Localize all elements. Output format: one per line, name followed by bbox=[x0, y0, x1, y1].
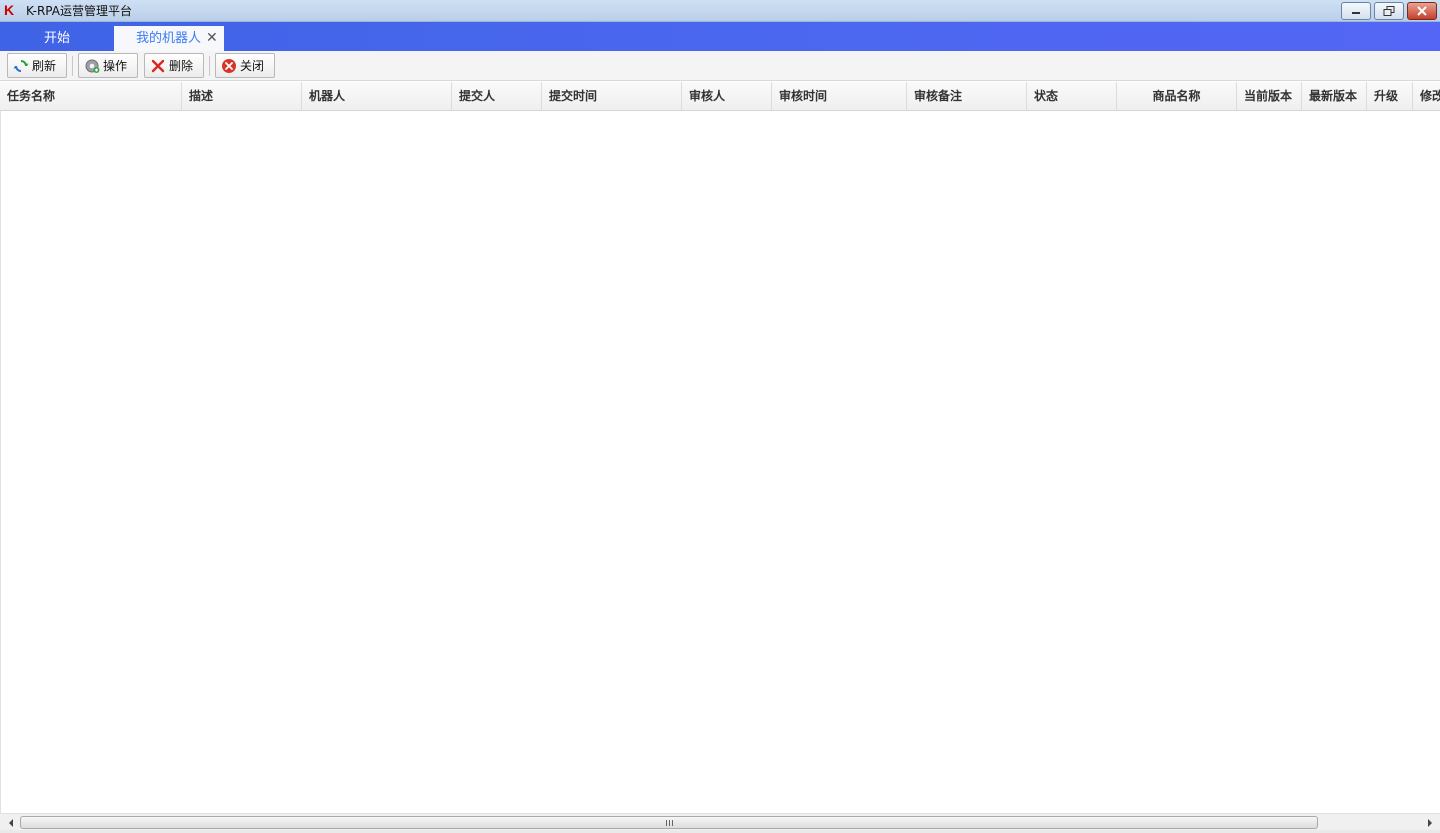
table-header: 任务名称 描述 机器人 提交人 提交时间 审核人 审核时间 审核备注 状态 商品… bbox=[0, 82, 1440, 111]
column-header-upgrade[interactable]: 升级 bbox=[1367, 82, 1413, 110]
close-button[interactable]: 关闭 bbox=[215, 53, 275, 78]
column-header-latest-version[interactable]: 最新版本 bbox=[1302, 82, 1367, 110]
scroll-right-button[interactable] bbox=[1421, 814, 1438, 831]
minimize-button[interactable] bbox=[1341, 2, 1371, 20]
close-circle-icon bbox=[221, 58, 237, 74]
column-header-review-time[interactable]: 审核时间 bbox=[772, 82, 907, 110]
scrollbar-grip bbox=[666, 820, 674, 826]
close-x-icon bbox=[1417, 6, 1427, 16]
column-header-task-name[interactable]: 任务名称 bbox=[0, 82, 182, 110]
scrollbar-thumb[interactable] bbox=[20, 816, 1318, 829]
tab-my-robots[interactable]: 我的机器人 ✕ bbox=[114, 26, 224, 51]
toolbar-separator bbox=[209, 56, 210, 76]
column-header-description[interactable]: 描述 bbox=[182, 82, 302, 110]
column-header-robot[interactable]: 机器人 bbox=[302, 82, 452, 110]
gear-icon bbox=[84, 58, 100, 74]
window-close-button[interactable] bbox=[1407, 2, 1437, 20]
arrow-left-icon bbox=[8, 818, 13, 827]
column-header-product-name[interactable]: 商品名称 bbox=[1117, 82, 1237, 110]
tab-my-robots-label: 我的机器人 bbox=[136, 31, 202, 46]
delete-label: 删除 bbox=[169, 59, 194, 73]
column-header-status[interactable]: 状态 bbox=[1027, 82, 1117, 110]
column-header-reviewer[interactable]: 审核人 bbox=[682, 82, 772, 110]
arrow-right-icon bbox=[1427, 818, 1432, 827]
delete-button[interactable]: 删除 bbox=[144, 53, 204, 78]
column-header-submit-time[interactable]: 提交时间 bbox=[542, 82, 682, 110]
toolbar-separator bbox=[72, 56, 73, 76]
refresh-button[interactable]: 刷新 bbox=[7, 53, 67, 78]
column-header-current-version[interactable]: 当前版本 bbox=[1237, 82, 1302, 110]
close-label: 关闭 bbox=[240, 59, 265, 73]
refresh-icon bbox=[13, 58, 29, 74]
restore-icon bbox=[1383, 6, 1395, 16]
operate-label: 操作 bbox=[103, 59, 128, 73]
tab-start[interactable]: 开始 bbox=[0, 26, 114, 51]
tab-bar: 开始 我的机器人 ✕ bbox=[0, 22, 1440, 51]
column-header-modify[interactable]: 修改 bbox=[1413, 82, 1440, 110]
delete-x-icon bbox=[150, 58, 166, 74]
window-title: K-RPA运营管理平台 bbox=[26, 4, 132, 18]
column-header-submitter[interactable]: 提交人 bbox=[452, 82, 542, 110]
app-logo-icon: K bbox=[4, 2, 15, 18]
horizontal-scrollbar[interactable] bbox=[0, 813, 1440, 830]
table-body bbox=[0, 111, 1440, 813]
minimize-icon bbox=[1352, 12, 1360, 14]
toolbar: 刷新 操作 删除 关闭 bbox=[0, 51, 1440, 81]
column-header-review-note[interactable]: 审核备注 bbox=[907, 82, 1027, 110]
scroll-left-button[interactable] bbox=[2, 814, 19, 831]
window-title-bar: K K-RPA运营管理平台 bbox=[0, 0, 1440, 22]
refresh-label: 刷新 bbox=[32, 59, 57, 73]
restore-button[interactable] bbox=[1374, 2, 1404, 20]
tab-close-icon[interactable]: ✕ bbox=[206, 26, 218, 51]
operate-button[interactable]: 操作 bbox=[78, 53, 138, 78]
